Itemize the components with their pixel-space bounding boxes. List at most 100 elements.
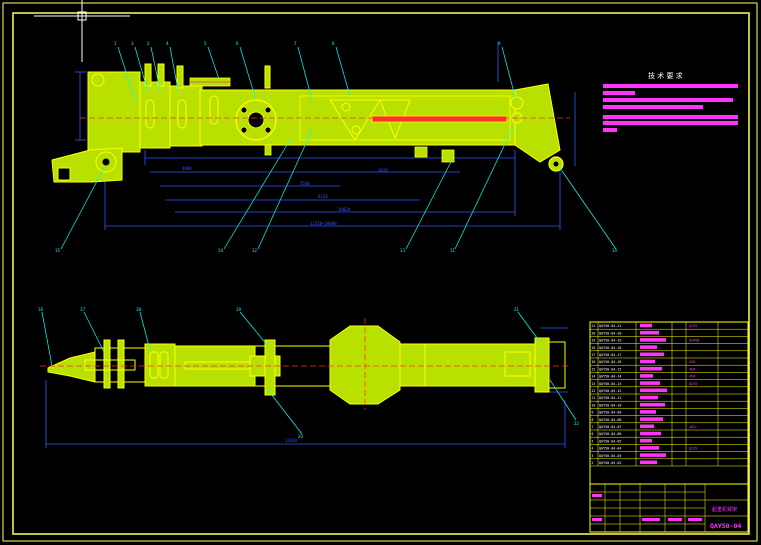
svg-text:13410: 13410 [285, 438, 298, 443]
bom-item-number: 12 [592, 389, 596, 393]
svg-text:6120: 6120 [318, 194, 328, 199]
balloon-label: 3 [131, 41, 134, 46]
bom-part-name-bar [640, 374, 653, 378]
bom-item-number: 5 [592, 439, 594, 443]
balloon-label: 4 [166, 41, 169, 46]
drawing-name: 起重机臂架 [712, 506, 737, 513]
boom-head [514, 83, 561, 163]
bom-item-number: 21 [592, 324, 596, 328]
balloon-label: 13 [400, 248, 406, 253]
bom-part-code: QAY50-04-20 [599, 331, 621, 335]
bom-part-name-bar [640, 431, 661, 436]
bom-item-number: 10 [592, 403, 596, 407]
balloon-label: 22 [574, 421, 580, 426]
svg-text:4960: 4960 [182, 166, 192, 171]
bom-item-number: 14 [592, 375, 596, 379]
bom-material: Q235 [689, 324, 697, 328]
boom-elevation-view: 4960 3020 3540 6120 10020 12310~10000 [51, 42, 617, 250]
balloon-label: 14 [218, 248, 224, 253]
balloon-label: 8 [332, 41, 335, 46]
bom-item-number: 20 [592, 331, 596, 335]
bom-material: 45# [689, 367, 696, 371]
bill-of-materials: QAY50-04-2121 Q235QAY50-04-2020QAY50-04-1… [589, 321, 749, 485]
balloon-label: 5 [204, 41, 207, 46]
bom-part-name-bar [640, 446, 659, 450]
balloon-label: 12 [252, 248, 258, 253]
bom-material: Q235 [689, 447, 697, 451]
technical-requirements: 技 术 要 求 [603, 71, 738, 132]
bom-part-code: QAY50-04-02 [599, 461, 621, 465]
bom-material: Q345B [689, 339, 699, 343]
bom-part-name-bar [640, 338, 666, 342]
bom-part-name-bar [640, 410, 656, 414]
bom-part-code: QAY50-04-03 [599, 454, 621, 458]
bom-part-code: QAY50-04-11 [599, 396, 621, 400]
bom-part-name-bar [640, 352, 664, 357]
bom-item-number: 9 [592, 411, 594, 415]
tech-req-title: 技 术 要 求 [648, 71, 683, 80]
bom-part-name-bar [640, 417, 663, 421]
bom-part-name-bar [640, 323, 652, 328]
balloon-label: 21 [514, 307, 520, 312]
dimension-texts-top: 4960 3020 3540 6120 10020 12310~10000 [182, 166, 388, 226]
bom-item-number: 18 [592, 346, 596, 350]
balloon-label: 6 [236, 41, 239, 46]
bom-part-code: QAY50-04-13 [599, 382, 621, 386]
balloon-label: 16 [38, 307, 44, 312]
bom-part-name-bar [640, 424, 654, 429]
svg-text:3020: 3020 [378, 168, 388, 173]
bom-part-code: QAY50-04-10 [599, 403, 621, 407]
bom-item-number: 11 [592, 396, 596, 400]
bom-part-name-bar [640, 395, 658, 400]
bom-part-code: QAY50-04-19 [599, 339, 621, 343]
balloon-label: 10 [612, 248, 618, 253]
bom-part-code: QAY50-04-12 [599, 389, 621, 393]
bom-item-number: 7 [592, 425, 594, 429]
bom-material: 45# [689, 375, 696, 379]
bom-part-code: QAY50-04-16 [599, 360, 621, 364]
drawing-number: QAY50-04 [710, 522, 741, 530]
balloon-label: 2 [147, 41, 150, 46]
bom-item-number: 16 [592, 360, 596, 364]
bom-part-name-bar [640, 453, 666, 457]
bom-part-code: QAY50-04-04 [599, 447, 621, 451]
bom-item-number: 3 [592, 454, 594, 458]
bom-part-code: QAY50-04-08 [599, 418, 621, 422]
bom-part-name-bar [640, 366, 662, 371]
balloon-label: 11 [450, 248, 456, 253]
bom-material: Q235 [689, 382, 697, 386]
balloon-label: 7 [294, 41, 297, 46]
balloon-label: 1 [114, 41, 117, 46]
bom-material: 45# [689, 360, 696, 364]
bom-part-name-bar [640, 359, 655, 364]
bom-part-code: QAY50-04-17 [599, 353, 621, 357]
bom-item-number: 13 [592, 382, 596, 386]
bom-part-code: QAY50-04-18 [599, 346, 621, 350]
bom-part-code: QAY50-04-14 [599, 375, 621, 379]
balloon-label: 9 [498, 41, 501, 46]
balloon-label: 15 [55, 248, 61, 253]
bom-part-code: QAY50-04-07 [599, 425, 621, 429]
bom-part-name-bar [640, 402, 665, 407]
bom-part-code: QAY50-04-06 [599, 432, 621, 436]
bom-item-number: 17 [592, 353, 596, 357]
bom-part-code: QAY50-04-09 [599, 411, 621, 415]
svg-text:10020: 10020 [338, 207, 351, 212]
bom-part-name-bar [640, 330, 659, 335]
svg-text:12310~10000: 12310~10000 [310, 221, 337, 226]
bom-part-name-bar [640, 381, 660, 385]
title-block: 起重机臂架 QAY50-04 [589, 483, 749, 533]
cad-drawing-canvas[interactable]: 4960 3020 3540 6120 10020 12310~10000 1 … [0, 0, 761, 545]
bom-part-code: QAY50-04-21 [599, 324, 621, 328]
balloon-label: 20 [298, 434, 304, 439]
bom-part-name-bar [640, 345, 657, 349]
svg-text:3540: 3540 [300, 181, 310, 186]
boom-plan-view: 13410 [40, 311, 577, 448]
bom-item-number: 8 [592, 418, 594, 422]
bom-item-number: 19 [592, 339, 596, 343]
bom-material: 40Cr [689, 425, 697, 429]
cursor-crosshair-icon [34, 0, 130, 62]
bom-part-name-bar [640, 460, 657, 465]
bom-item-number: 4 [592, 447, 594, 451]
balloon-label: 18 [136, 307, 142, 312]
